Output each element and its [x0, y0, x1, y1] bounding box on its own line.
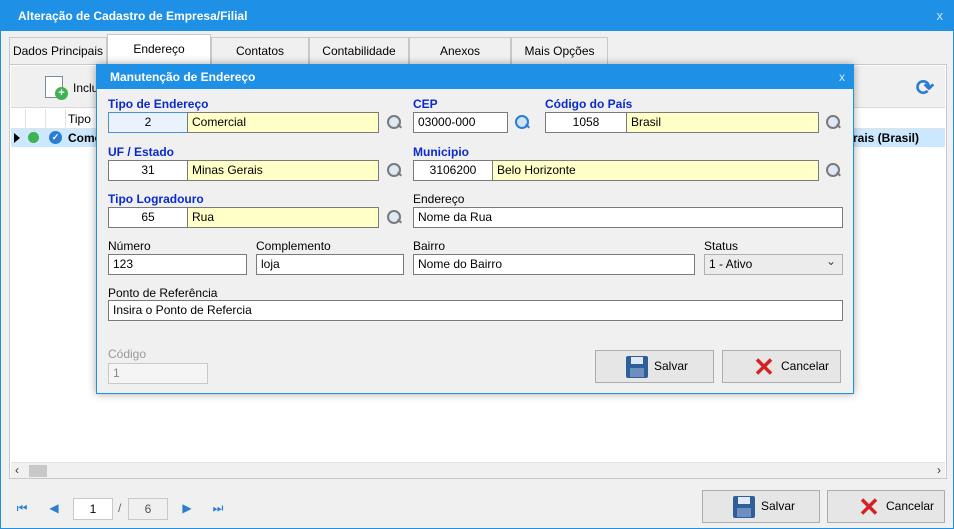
total-pages: 6: [128, 498, 168, 520]
uf-estado-desc-input[interactable]: Minas Gerais: [187, 160, 379, 181]
tipo-endereco-label: Tipo de Endereço: [108, 97, 209, 111]
ponto-referencia-label: Ponto de Referência: [108, 286, 218, 300]
first-page-icon[interactable]: ⏮: [15, 501, 29, 515]
codigo-pais-desc-input[interactable]: Brasil: [626, 112, 819, 133]
check-icon: ✓: [49, 131, 62, 144]
address-maintenance-dialog: Manutenção de Endereço x Tipo de Endereç…: [96, 64, 854, 394]
tipo-logradouro-label: Tipo Logradouro: [108, 192, 204, 206]
dialog-cancel-button[interactable]: ✕ Cancelar: [722, 350, 841, 383]
cep-input[interactable]: 03000-000: [413, 112, 508, 133]
tab-endereco[interactable]: Endereço: [107, 34, 211, 66]
page-number-input[interactable]: 1: [73, 498, 113, 520]
grid-header-divider: [45, 109, 46, 129]
add-plus-icon: +: [55, 87, 68, 100]
codigo-pais-label: Código do País: [545, 97, 633, 111]
dialog-cancel-button-label: Cancelar: [781, 359, 830, 373]
scroll-thumb[interactable]: [29, 465, 47, 477]
uf-estado-code-input[interactable]: 31: [108, 160, 188, 181]
row-country-cell: rais (Brasil): [852, 131, 919, 145]
complemento-label: Complemento: [256, 239, 331, 253]
status-label: Status: [704, 239, 739, 253]
magnifier-icon[interactable]: [824, 162, 842, 180]
scroll-right-icon[interactable]: ›: [937, 463, 941, 478]
tipo-endereco-desc-input[interactable]: Comercial: [187, 112, 379, 133]
codigo-pais-code-input[interactable]: 1058: [545, 112, 627, 133]
cep-search-icon[interactable]: [513, 114, 531, 132]
tab-dados-principais[interactable]: Dados Principais: [9, 37, 107, 65]
tab-anexos[interactable]: Anexos: [409, 37, 511, 65]
municipio-code-input[interactable]: 3106200: [413, 160, 493, 181]
ponto-referencia-input[interactable]: Insira o Ponto de Refercia: [108, 300, 843, 321]
magnifier-icon[interactable]: [385, 114, 403, 132]
dialog-title-bar: Manutenção de Endereço: [97, 65, 853, 89]
active-status-icon: [28, 132, 39, 143]
magnifier-icon[interactable]: [385, 162, 403, 180]
next-page-icon[interactable]: ▶: [180, 501, 194, 515]
municipio-label: Municipio: [413, 145, 469, 159]
magnifier-icon[interactable]: [824, 114, 842, 132]
tab-contabilidade[interactable]: Contabilidade: [309, 37, 409, 65]
numero-label: Número: [108, 239, 151, 253]
dialog-save-button[interactable]: Salvar: [595, 350, 714, 383]
column-header-tipo[interactable]: Tipo: [68, 112, 91, 126]
endereco-input[interactable]: Nome da Rua: [413, 207, 843, 228]
bairro-input[interactable]: Nome do Bairro: [413, 254, 695, 275]
complemento-input[interactable]: loja: [256, 254, 404, 275]
cancel-button[interactable]: ✕ Cancelar: [827, 490, 945, 523]
save-button[interactable]: Salvar: [702, 490, 820, 523]
window-title: Alteração de Cadastro de Empresa/Filial: [18, 9, 248, 23]
magnifier-icon[interactable]: [385, 209, 403, 227]
refresh-icon[interactable]: ⟳: [913, 76, 937, 100]
scroll-left-icon[interactable]: ‹: [15, 463, 19, 478]
last-page-icon[interactable]: ⏭: [211, 501, 225, 515]
row-pointer-icon: [14, 133, 20, 143]
status-select[interactable]: 1 - Ativo: [704, 254, 843, 275]
save-button-label: Salvar: [761, 499, 796, 513]
dialog-close-icon[interactable]: x: [839, 65, 845, 89]
cancel-x-icon: ✕: [858, 492, 880, 522]
dialog-title: Manutenção de Endereço: [110, 70, 256, 84]
tab-contatos[interactable]: Contatos: [211, 37, 309, 65]
tipo-logradouro-desc-input[interactable]: Rua: [187, 207, 379, 228]
previous-page-icon[interactable]: ◀: [47, 501, 61, 515]
municipio-desc-input[interactable]: Belo Horizonte: [492, 160, 819, 181]
tipo-logradouro-code-input[interactable]: 65: [108, 207, 188, 228]
save-disk-icon: [733, 496, 755, 518]
page-separator: /: [118, 501, 122, 515]
window-close-icon[interactable]: x: [937, 1, 944, 31]
uf-estado-label: UF / Estado: [108, 145, 175, 159]
bairro-label: Bairro: [413, 239, 446, 253]
numero-input[interactable]: 123: [108, 254, 247, 275]
cancel-x-icon: ✕: [753, 352, 775, 382]
tipo-endereco-code-input[interactable]: 2: [108, 112, 188, 133]
cancel-button-label: Cancelar: [886, 499, 935, 513]
cep-label: CEP: [413, 97, 438, 111]
codigo-input: 1: [108, 363, 208, 384]
include-button-label: Inclu: [73, 81, 99, 95]
grid-header-divider: [25, 109, 26, 129]
grid-header-divider: [65, 109, 66, 129]
horizontal-scrollbar[interactable]: ‹ ›: [11, 462, 945, 478]
endereco-label: Endereço: [413, 192, 465, 206]
codigo-label: Código: [108, 347, 147, 361]
save-disk-icon: [626, 356, 648, 378]
tab-mais-opcoes[interactable]: Mais Opções: [511, 37, 608, 65]
dialog-save-button-label: Salvar: [654, 359, 689, 373]
window-title-bar: Alteração de Cadastro de Empresa/Filial: [1, 1, 953, 31]
